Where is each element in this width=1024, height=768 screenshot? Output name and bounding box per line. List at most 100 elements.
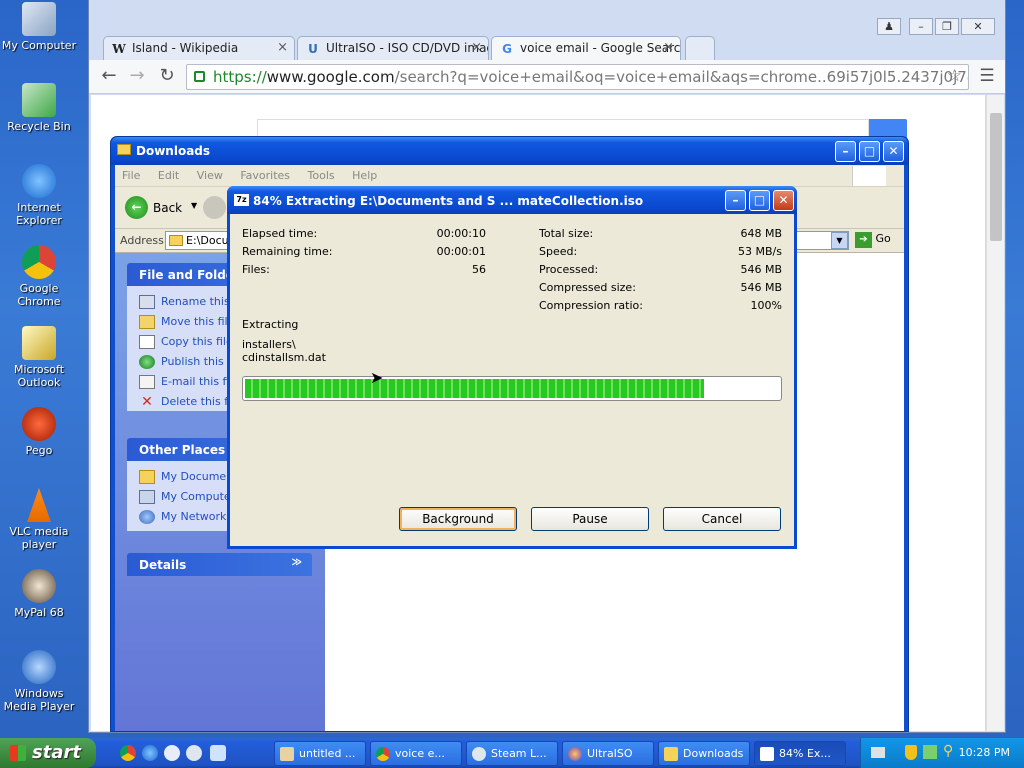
- scrollbar-thumb[interactable]: [990, 113, 1002, 241]
- tab-google-search[interactable]: G voice email - Google Search ×: [491, 36, 681, 60]
- task-email[interactable]: E-mail this file: [139, 375, 239, 389]
- chevron-down-icon[interactable]: ▼: [191, 201, 197, 210]
- explorer-title-bar[interactable]: Downloads: [111, 137, 908, 165]
- taskbar-item-7zip[interactable]: 84% Ex...: [754, 741, 846, 766]
- profile-button[interactable]: ♟: [877, 18, 901, 35]
- dialog-minimize-button[interactable]: –: [725, 190, 746, 211]
- explorer-close-button[interactable]: ✕: [883, 141, 904, 162]
- browser-toolbar: ← → ↻ https://www.google.com/search?q=vo…: [89, 60, 1005, 94]
- desktop-icon-microsoft-outlook[interactable]: Microsoft Outlook: [0, 326, 78, 389]
- taskbar-item-ultraiso[interactable]: UltraISO: [562, 741, 654, 766]
- go-button[interactable]: ➔ Go: [855, 232, 891, 248]
- taskbar-item-downloads[interactable]: Downloads: [658, 741, 750, 766]
- place-my-documents[interactable]: My Document: [139, 470, 237, 484]
- menu-favorites[interactable]: Favorites: [240, 169, 290, 182]
- processed-label: Processed:: [539, 263, 599, 276]
- copy-icon: [139, 335, 155, 349]
- current-path: installers\: [242, 338, 296, 351]
- cancel-button[interactable]: Cancel: [663, 507, 781, 531]
- desktop-icon-recycle-bin[interactable]: Recycle Bin: [0, 83, 78, 133]
- globe-icon: [139, 355, 155, 369]
- taskbar-item-steam[interactable]: Steam L...: [466, 741, 558, 766]
- explorer-maximize-button[interactable]: □: [859, 141, 880, 162]
- tab-island-wikipedia[interactable]: W Island - Wikipedia ×: [103, 36, 295, 60]
- dialog-title-bar[interactable]: 7z 84% Extracting E:\Documents and S ...…: [227, 186, 797, 214]
- task-move[interactable]: Move this file: [139, 315, 234, 329]
- menu-edit[interactable]: Edit: [158, 169, 179, 182]
- task-label: Move this file: [161, 315, 235, 328]
- minimize-button[interactable]: –: [909, 18, 933, 35]
- explorer-minimize-button[interactable]: –: [835, 141, 856, 162]
- keyboard-icon[interactable]: [871, 747, 885, 758]
- steam-icon: [472, 747, 486, 761]
- desktop-icon-pego[interactable]: Pego: [0, 407, 78, 457]
- background-button[interactable]: Background: [399, 507, 517, 531]
- system-tray: ⚲ 10:28 PM: [860, 738, 1024, 768]
- security-shield-icon[interactable]: [905, 745, 917, 760]
- place-my-network[interactable]: My Network P: [139, 510, 237, 524]
- menu-view[interactable]: View: [197, 169, 223, 182]
- steam-quicklaunch-icon[interactable]: [186, 745, 202, 761]
- network-icon[interactable]: [923, 745, 937, 759]
- details-header[interactable]: Details ≫: [127, 553, 312, 576]
- taskbar-item-untitled[interactable]: untitled ...: [274, 741, 366, 766]
- tab-ultraiso[interactable]: U UltraISO - ISO CD/DVD imag ×: [297, 36, 489, 60]
- desktop-icon-my-computer[interactable]: My Computer: [0, 2, 78, 52]
- internet-explorer-icon: [22, 164, 56, 198]
- close-button[interactable]: ✕: [961, 18, 995, 35]
- new-tab-button[interactable]: [685, 36, 715, 60]
- back-arrow-icon: ←: [125, 196, 148, 219]
- restore-button[interactable]: ❐: [935, 18, 959, 35]
- close-tab-icon[interactable]: ×: [663, 40, 674, 55]
- dialog-maximize-button[interactable]: □: [749, 190, 770, 211]
- back-arrow-icon[interactable]: ←: [97, 66, 121, 88]
- desktop-icon-google-chrome[interactable]: Google Chrome: [0, 245, 78, 308]
- total-size-label: Total size:: [539, 227, 594, 240]
- forward-arrow-icon[interactable]: →: [125, 66, 149, 88]
- page-scrollbar[interactable]: [986, 95, 1004, 731]
- menu-icon[interactable]: ☰: [975, 66, 999, 88]
- menu-tools[interactable]: Tools: [308, 169, 335, 182]
- address-label: Address: [120, 234, 164, 247]
- reload-icon[interactable]: ↻: [155, 66, 179, 88]
- start-label: start: [32, 742, 81, 763]
- pause-button[interactable]: Pause: [531, 507, 649, 531]
- close-tab-icon[interactable]: ×: [471, 40, 482, 55]
- vlc-cone-icon: [27, 488, 51, 522]
- desktop-icon-internet-explorer[interactable]: Internet Explorer: [0, 164, 78, 227]
- chevron-double-down-icon[interactable]: ≫: [292, 557, 302, 568]
- place-my-computer[interactable]: My Computer: [139, 490, 235, 504]
- back-button[interactable]: ← Back ▼: [125, 196, 197, 220]
- elapsed-time-label: Elapsed time:: [242, 227, 318, 240]
- start-button[interactable]: start: [0, 738, 96, 768]
- ie-quicklaunch-icon[interactable]: [142, 745, 158, 761]
- task-copy[interactable]: Copy this file: [139, 335, 233, 349]
- url-bar[interactable]: https://www.google.com/search?q=voice+em…: [186, 64, 969, 90]
- search-icon[interactable]: ⚲: [943, 743, 953, 759]
- desktop-icon-vlc[interactable]: VLC media player: [0, 488, 78, 551]
- dialog-close-button[interactable]: ✕: [773, 190, 794, 211]
- outlook-quicklaunch-icon[interactable]: [210, 745, 226, 761]
- menu-file[interactable]: File: [122, 169, 140, 182]
- task-publish[interactable]: Publish this fi: [139, 355, 234, 369]
- taskbar-item-label: 84% Ex...: [779, 747, 831, 760]
- taskbar: start untitled ... voice e... Steam L...…: [0, 738, 1024, 768]
- media-player-quicklaunch-icon[interactable]: [164, 745, 180, 761]
- menu-help[interactable]: Help: [352, 169, 377, 182]
- chrome-quicklaunch-icon[interactable]: [120, 745, 136, 761]
- network-icon: [139, 510, 155, 524]
- folder-icon: [117, 144, 131, 155]
- chrome-icon: [376, 747, 390, 761]
- forward-arrow-icon[interactable]: [203, 196, 226, 219]
- desktop-icon-windows-media-player[interactable]: Windows Media Player: [0, 650, 78, 713]
- compressed-size-value: 546 MB: [740, 281, 782, 294]
- star-icon[interactable]: ☆: [947, 66, 962, 86]
- panel-title: Details: [139, 558, 187, 572]
- task-delete[interactable]: ✕ Delete this fil: [139, 395, 234, 409]
- recycle-bin-icon: [22, 83, 56, 117]
- close-tab-icon[interactable]: ×: [277, 40, 288, 55]
- desktop-icon-mypal[interactable]: MyPal 68: [0, 569, 78, 619]
- taskbar-item-chrome[interactable]: voice e...: [370, 741, 462, 766]
- desktop-icon-label: Pego: [25, 444, 53, 457]
- chevron-down-icon[interactable]: ▼: [831, 232, 848, 249]
